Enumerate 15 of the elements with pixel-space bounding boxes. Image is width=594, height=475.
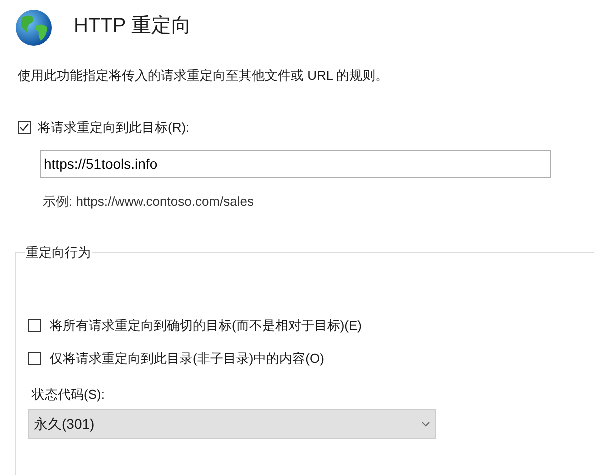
- checkbox-label: 仅将请求重定向到此目录(非子目录)中的内容(O): [50, 350, 324, 368]
- checkbox-label: 将请求重定向到此目标(R):: [38, 118, 190, 137]
- page-title: HTTP 重定向: [74, 14, 192, 39]
- chevron-down-icon: [422, 422, 430, 426]
- checkbox[interactable]: [28, 352, 41, 366]
- status-code-label: 状态代码(S):: [32, 386, 106, 404]
- checkmark-icon: [19, 122, 30, 133]
- checkbox[interactable]: [18, 120, 31, 134]
- description: 使用此功能指定将传入的请求重定向至其他文件或 URL 的规则。: [18, 67, 390, 85]
- checkbox[interactable]: [28, 318, 41, 332]
- status-code-dropdown[interactable]: 永久(301): [28, 409, 436, 439]
- target-url-field[interactable]: https://51tools.info: [40, 150, 551, 178]
- checkbox-label: 将所有请求重定向到确切的目标(而不是相对于目标)(E): [50, 316, 362, 335]
- example-text: 示例: https://www.contoso.com/sales: [43, 193, 255, 211]
- globe-icon: [14, 8, 54, 48]
